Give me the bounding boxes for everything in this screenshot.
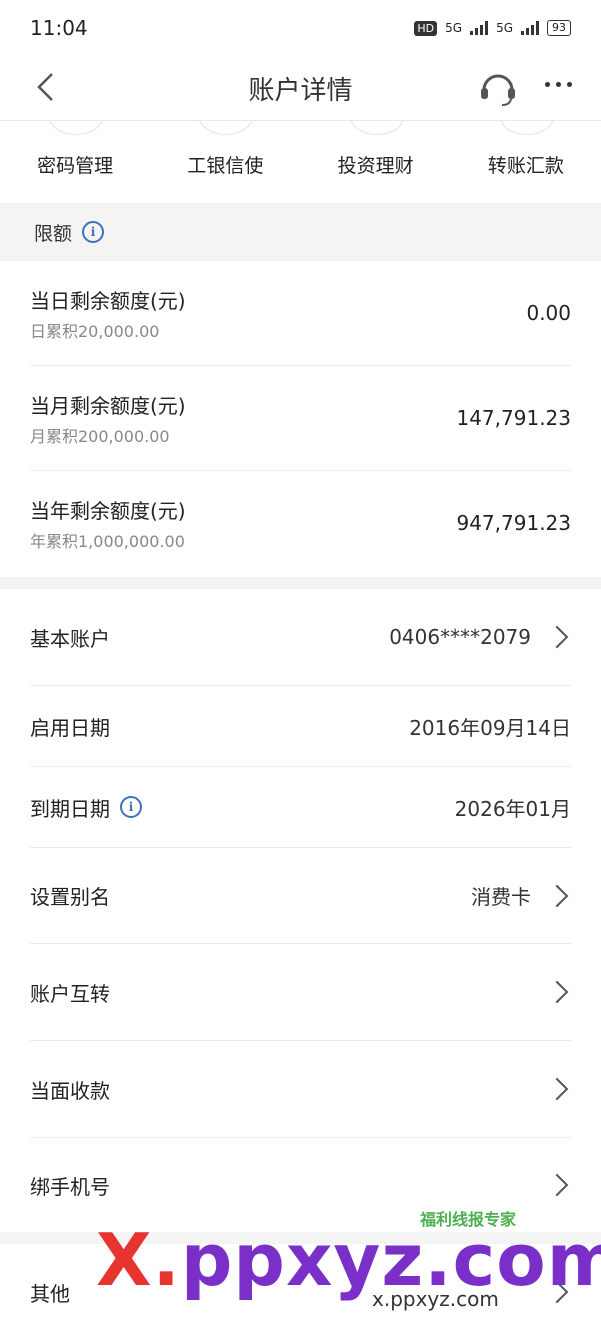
more-icon[interactable]	[545, 82, 572, 87]
chevron-right-icon	[545, 980, 569, 1004]
details-list: 基本账户 0406****2079 启用日期 2016年09月14日 到期日期 i…	[0, 589, 601, 1232]
limit-list: 当日剩余额度(元) 日累积20,000.00 0.00 当月剩余额度(元) 月累积2…	[0, 261, 601, 577]
chevron-right-icon	[545, 884, 569, 907]
quick-item-password[interactable]: 密码管理	[0, 121, 150, 203]
limit-row-daily: 当日剩余额度(元) 日累积20,000.00 0.00	[30, 261, 571, 366]
row-account-transfer[interactable]: 账户互转	[30, 944, 571, 1041]
signal-icon-2	[521, 21, 539, 35]
section-divider	[0, 577, 601, 589]
status-time: 11:04	[30, 16, 88, 40]
chevron-right-icon	[545, 1173, 569, 1197]
row-face-payment[interactable]: 当面收款	[30, 1041, 571, 1138]
info-icon[interactable]: i	[120, 796, 142, 818]
row-expiry-date: 到期日期 i 2026年01月	[30, 767, 571, 848]
chevron-right-icon	[545, 625, 569, 649]
chevron-right-icon	[545, 1077, 569, 1101]
watermark-url: x.ppxyz.com	[372, 1287, 499, 1311]
row-start-date: 启用日期 2016年09月14日	[30, 686, 571, 767]
info-icon[interactable]: i	[82, 221, 105, 243]
quick-actions: 密码管理 工银信使 投资理财 转账汇款	[0, 120, 601, 203]
quick-item-invest[interactable]: 投资理财	[301, 121, 451, 203]
hd-badge: HD	[414, 20, 438, 36]
customer-service-icon[interactable]	[478, 68, 518, 108]
quick-item-messenger[interactable]: 工银信使	[150, 121, 300, 203]
status-icons: HD 5G 5G 93	[414, 20, 571, 36]
status-bar: 11:04 HD 5G 5G 93	[0, 0, 601, 56]
limit-row-yearly: 当年剩余额度(元) 年累积1,000,000.00 947,791.23	[30, 498, 571, 551]
nav-bar: 账户详情	[0, 56, 601, 120]
row-alias[interactable]: 设置别名 消费卡	[30, 848, 571, 944]
battery-icon: 93	[547, 20, 571, 36]
signal-icon	[470, 21, 489, 35]
watermark-logo: X.ppxyz.com	[96, 1218, 601, 1302]
limit-row-monthly: 当月剩余额度(元) 月累积200,000.00 147,791.23	[30, 366, 571, 471]
network-label-1: 5G	[445, 21, 463, 35]
quick-item-transfer[interactable]: 转账汇款	[451, 121, 601, 203]
limit-section-header: 限额 i	[0, 203, 601, 261]
row-basic-account[interactable]: 基本账户 0406****2079	[30, 589, 571, 686]
network-label-2: 5G	[496, 21, 513, 35]
